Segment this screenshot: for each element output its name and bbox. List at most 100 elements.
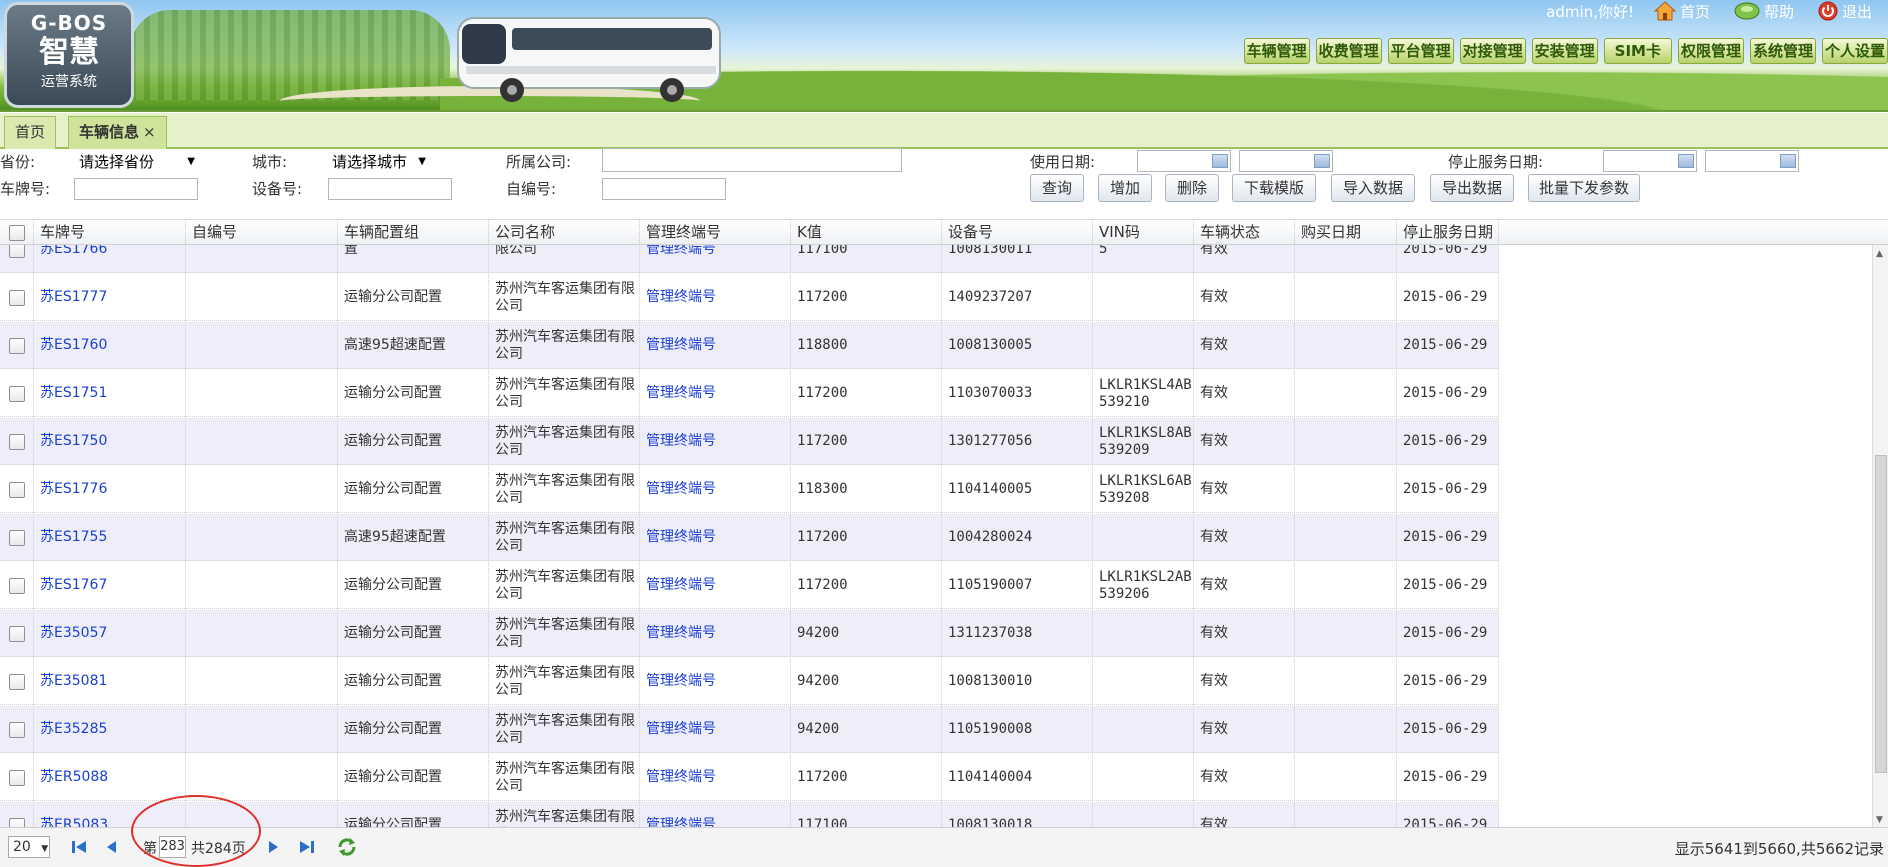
use-date-end-input[interactable] (1239, 150, 1333, 172)
batch-send-params-button[interactable]: 批量下发参数 (1528, 174, 1640, 202)
select-all-checkbox[interactable] (8, 224, 25, 241)
current-page-input[interactable]: 283 (159, 836, 186, 858)
cell-plate-link[interactable]: 苏ES1755 (40, 529, 107, 546)
use-date-start-input[interactable] (1137, 150, 1231, 172)
table-row[interactable]: 苏E35285 运输分公司配置 苏州汽车客运集团有限公司 管理终端号 94200 1105… (0, 706, 1499, 753)
cell-terminal-link[interactable]: 管理终端号 (646, 625, 716, 642)
cell-plate-link[interactable]: 苏ES1777 (40, 289, 107, 306)
row-checkbox[interactable] (8, 817, 25, 827)
help-link[interactable]: 帮助 (1734, 1, 1794, 22)
menu-platform-management[interactable]: 平台管理 (1387, 38, 1454, 64)
row-checkbox[interactable] (8, 433, 25, 450)
col-company[interactable]: 公司名称 (489, 220, 640, 245)
cell-plate[interactable]: 苏ES1751 (34, 370, 186, 417)
col-purchase-date[interactable]: 购买日期 (1295, 220, 1397, 245)
row-checkbox[interactable] (8, 245, 25, 258)
calendar-icon[interactable] (1212, 154, 1228, 168)
cell-plate[interactable]: 苏E35285 (34, 706, 186, 753)
cell-plate[interactable]: 苏ES1776 (34, 466, 186, 513)
row-checkbox[interactable] (8, 673, 25, 690)
cell-terminal-link[interactable]: 管理终端号 (646, 289, 716, 306)
table-row[interactable]: 苏E35057 运输分公司配置 苏州汽车客运集团有限公司 管理终端号 94200 1311… (0, 610, 1499, 657)
table-row[interactable]: 苏ES1767 运输分公司配置 苏州汽车客运集团有限公司 管理终端号 117200 110… (0, 562, 1499, 609)
menu-permission-management[interactable]: 权限管理 (1677, 38, 1744, 64)
cell-plate-link[interactable]: 苏ES1766 (40, 245, 107, 258)
cell-terminal-link[interactable]: 管理终端号 (646, 481, 716, 498)
calendar-icon[interactable] (1780, 154, 1796, 168)
download-template-button[interactable]: 下载模版 (1232, 174, 1316, 202)
col-status[interactable]: 车辆状态 (1194, 220, 1295, 245)
cell-plate-link[interactable]: 苏ER5088 (40, 769, 108, 786)
city-select[interactable]: 请选择城市 ▼ (328, 150, 428, 172)
col-stop-date[interactable]: 停止服务日期 (1397, 220, 1499, 245)
scroll-up-icon[interactable]: ▲ (1876, 249, 1883, 259)
table-row[interactable]: 苏E35081 运输分公司配置 苏州汽车客运集团有限公司 管理终端号 94200 1008… (0, 658, 1499, 705)
previous-page-icon[interactable] (104, 838, 118, 856)
cell-terminal-link[interactable]: 管理终端号 (646, 385, 716, 402)
cell-terminal-link[interactable]: 管理终端号 (646, 673, 716, 690)
cell-plate[interactable]: 苏ER5083 (34, 802, 186, 827)
cell-plate-link[interactable]: 苏E35081 (40, 673, 107, 690)
menu-billing-management[interactable]: 收费管理 (1315, 38, 1382, 64)
cell-plate[interactable]: 苏ES1767 (34, 562, 186, 609)
cell-terminal[interactable]: 管理终端号 (640, 802, 791, 827)
next-page-icon[interactable] (267, 838, 281, 856)
province-select[interactable]: 请选择省份 ▼ (75, 150, 197, 172)
cell-plate-link[interactable]: 苏ES1776 (40, 481, 107, 498)
scroll-down-icon[interactable]: ▼ (1876, 815, 1883, 825)
col-plate[interactable]: 车牌号 (34, 220, 186, 245)
cell-terminal[interactable]: 管理终端号 (640, 370, 791, 417)
col-terminal[interactable]: 管理终端号 (640, 220, 791, 245)
add-button[interactable]: 增加 (1098, 174, 1152, 202)
delete-button[interactable]: 删除 (1165, 174, 1219, 202)
col-config-group[interactable]: 车辆配置组 (338, 220, 489, 245)
cell-terminal[interactable]: 管理终端号 (640, 274, 791, 321)
cell-plate[interactable]: 苏ES1766 (34, 245, 186, 273)
cell-terminal-link[interactable]: 管理终端号 (646, 433, 716, 450)
cell-plate-link[interactable]: 苏ER5083 (40, 817, 108, 827)
cell-plate-link[interactable]: 苏ES1750 (40, 433, 107, 450)
stop-date-end-input[interactable] (1705, 150, 1799, 172)
cell-terminal-link[interactable]: 管理终端号 (646, 529, 716, 546)
table-row[interactable]: 苏ER5088 运输分公司配置 苏州汽车客运集团有限公司 管理终端号 117200 110… (0, 754, 1499, 801)
scrollbar-thumb[interactable] (1875, 455, 1887, 773)
table-row-partial[interactable]: 苏ES1766 置 限公司 管理终端号 117100 1008130011 5 有效 2015-… (0, 245, 1499, 273)
export-data-button[interactable]: 导出数据 (1430, 174, 1514, 202)
plate-input[interactable] (74, 178, 198, 200)
cell-plate[interactable]: 苏ES1777 (34, 274, 186, 321)
row-checkbox[interactable] (8, 529, 25, 546)
cell-plate-link[interactable]: 苏ES1751 (40, 385, 107, 402)
cell-terminal[interactable]: 管理终端号 (640, 418, 791, 465)
cell-terminal[interactable]: 管理终端号 (640, 754, 791, 801)
menu-install-management[interactable]: 安装管理 (1531, 38, 1598, 64)
row-checkbox[interactable] (8, 481, 25, 498)
cell-terminal[interactable]: 管理终端号 (640, 562, 791, 609)
cell-terminal[interactable]: 管理终端号 (640, 245, 791, 273)
stop-date-start-input[interactable] (1603, 150, 1697, 172)
menu-vehicle-management[interactable]: 车辆管理 (1243, 38, 1310, 64)
cell-plate-link[interactable]: 苏E35057 (40, 625, 107, 642)
query-button[interactable]: 查询 (1030, 174, 1084, 202)
cell-terminal[interactable]: 管理终端号 (640, 706, 791, 753)
table-row[interactable]: 苏ES1760 高速95超速配置 苏州汽车客运集团有限公司 管理终端号 118800 10… (0, 322, 1499, 369)
cell-terminal-link[interactable]: 管理终端号 (646, 337, 716, 354)
first-page-icon[interactable] (70, 838, 88, 856)
cell-plate[interactable]: 苏E35057 (34, 610, 186, 657)
table-row[interactable]: 苏ES1755 高速95超速配置 苏州汽车客运集团有限公司 管理终端号 117200 10… (0, 514, 1499, 561)
selfno-input[interactable] (602, 178, 726, 200)
row-checkbox[interactable] (8, 721, 25, 738)
company-input[interactable] (602, 148, 902, 172)
menu-system-management[interactable]: 系统管理 (1749, 38, 1816, 64)
import-data-button[interactable]: 导入数据 (1331, 174, 1415, 202)
cell-terminal-link[interactable]: 管理终端号 (646, 721, 716, 738)
home-link[interactable]: 首页 (1653, 1, 1710, 22)
col-selfno[interactable]: 自编号 (186, 220, 338, 245)
col-device[interactable]: 设备号 (942, 220, 1093, 245)
cell-terminal[interactable]: 管理终端号 (640, 466, 791, 513)
cell-terminal[interactable]: 管理终端号 (640, 514, 791, 561)
cell-plate-link[interactable]: 苏ES1767 (40, 577, 107, 594)
cell-terminal-link[interactable]: 管理终端号 (646, 245, 716, 258)
last-page-icon[interactable] (298, 838, 316, 856)
cell-terminal[interactable]: 管理终端号 (640, 610, 791, 657)
menu-sim-card[interactable]: SIM卡 (1603, 38, 1672, 64)
